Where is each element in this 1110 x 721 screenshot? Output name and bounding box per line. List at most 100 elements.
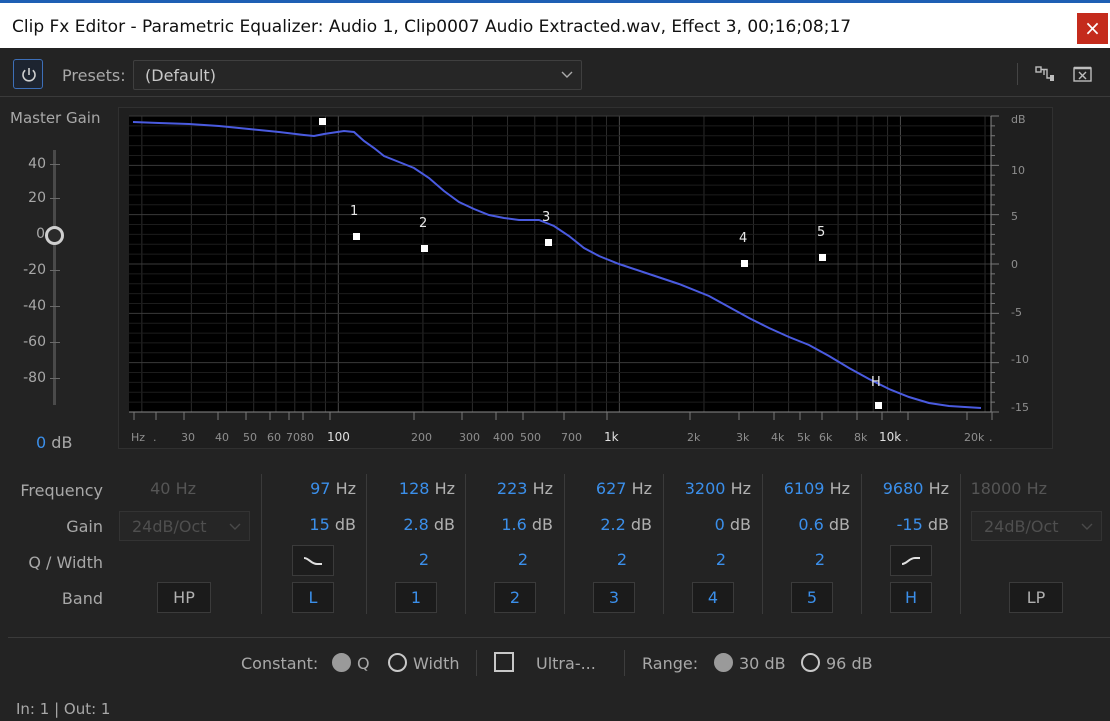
- section-divider: [8, 637, 1110, 638]
- b5-frequency-value: 6109: [783, 479, 825, 498]
- band-button-hp[interactable]: HP: [157, 582, 211, 613]
- band-button-4[interactable]: 4: [692, 582, 734, 613]
- master-gain-tick: 20: [28, 190, 46, 206]
- column-divider: [762, 474, 763, 614]
- range-96db-label[interactable]: 96 dB: [826, 654, 873, 673]
- column-divider: [261, 474, 262, 614]
- band-button-2[interactable]: 2: [494, 582, 536, 613]
- b3-gain-unit: dB: [630, 515, 652, 534]
- b3-gain-value: 2.2: [600, 515, 626, 534]
- x-tick-label: 50: [243, 431, 257, 444]
- presets-value: (Default): [145, 66, 216, 85]
- close-button[interactable]: ×: [1077, 13, 1108, 44]
- constant-width-label[interactable]: Width: [413, 654, 459, 673]
- presets-dropdown[interactable]: (Default): [133, 60, 582, 90]
- band-handle-2[interactable]: [421, 245, 428, 252]
- lp-slope-dropdown[interactable]: 24dB/Oct: [971, 511, 1102, 541]
- master-gain-value[interactable]: 0 dB: [36, 433, 72, 452]
- ultra-label[interactable]: Ultra-...: [536, 654, 596, 673]
- column-divider: [663, 474, 664, 614]
- l-frequency[interactable]: 97 Hz: [290, 479, 356, 498]
- range-96db-radio[interactable]: [801, 653, 820, 672]
- h-gain-value: -15: [896, 515, 923, 534]
- routing-button[interactable]: [1034, 64, 1056, 84]
- chevron-down-icon: [561, 71, 573, 78]
- b1-q[interactable]: 2: [409, 550, 439, 569]
- x-tick-label: 700: [561, 431, 582, 444]
- h-gain[interactable]: -15 dB: [873, 515, 949, 534]
- master-gain-knob[interactable]: [45, 226, 64, 245]
- gain-row-label: Gain: [66, 517, 103, 536]
- band-button-h[interactable]: H: [890, 582, 932, 613]
- band-handle-4[interactable]: [741, 260, 748, 267]
- band-button-lp[interactable]: LP: [1009, 582, 1063, 613]
- b5-q[interactable]: 2: [805, 550, 835, 569]
- constant-q-radio[interactable]: [332, 653, 351, 672]
- x-tick-label: 70: [286, 431, 300, 444]
- master-gain-tick: 0: [36, 226, 45, 242]
- b5-gain-unit: dB: [828, 515, 850, 534]
- b4-q[interactable]: 2: [706, 550, 736, 569]
- b2-frequency-unit: Hz: [532, 479, 553, 498]
- hp-slope-value: 24dB/Oct: [132, 517, 207, 536]
- h-frequency[interactable]: 9680 Hz: [873, 479, 949, 498]
- band-handle-h[interactable]: [875, 402, 882, 409]
- hp-slope-dropdown[interactable]: 24dB/Oct: [119, 511, 250, 541]
- b1-gain-value: 2.8: [403, 515, 429, 534]
- b4-frequency[interactable]: 3200 Hz: [675, 479, 751, 498]
- x-tick-label: 2k: [687, 431, 701, 444]
- y-tick-label: -15: [1011, 401, 1029, 414]
- x-tick-label: 80: [300, 431, 314, 444]
- lp-frequency-unit: Hz: [1026, 479, 1047, 498]
- b3-frequency[interactable]: 627 Hz: [576, 479, 652, 498]
- hp-frequency[interactable]: 40 Hz: [120, 479, 196, 498]
- remove-effect-button[interactable]: [1072, 64, 1094, 84]
- master-gain-tick: 40: [28, 156, 46, 172]
- x-tick-label: 500: [520, 431, 541, 444]
- constant-q-label[interactable]: Q: [357, 654, 370, 673]
- band-handle-l[interactable]: [319, 118, 326, 125]
- band-handle-5[interactable]: [819, 254, 826, 261]
- b2-q[interactable]: 2: [508, 550, 538, 569]
- low-shelf-button[interactable]: [292, 545, 334, 576]
- x-tick-label: 30: [181, 431, 195, 444]
- ultra-checkbox[interactable]: [494, 652, 514, 672]
- b4-gain[interactable]: 0 dB: [675, 515, 751, 534]
- x-tick-label: 40: [215, 431, 229, 444]
- x-tick-label: 1k: [604, 430, 619, 444]
- master-gain-track[interactable]: [53, 150, 56, 405]
- band-handle-3[interactable]: [545, 239, 552, 246]
- b5-frequency[interactable]: 6109 Hz: [774, 479, 850, 498]
- b3-q[interactable]: 2: [607, 550, 637, 569]
- b2-gain[interactable]: 1.6 dB: [477, 515, 553, 534]
- band-button-1[interactable]: 1: [395, 582, 437, 613]
- range-30db-label[interactable]: 30 dB: [739, 654, 786, 673]
- high-shelf-button[interactable]: [890, 545, 932, 576]
- b3-gain[interactable]: 2.2 dB: [576, 515, 652, 534]
- column-divider: [366, 474, 367, 614]
- b5-gain-value: 0.6: [798, 515, 824, 534]
- low-shelf-icon: [303, 557, 322, 565]
- constant-width-radio[interactable]: [388, 653, 407, 672]
- master-gain-tickline: [50, 270, 60, 271]
- band-button-l[interactable]: L: [292, 582, 334, 613]
- range-30db-radio[interactable]: [714, 653, 733, 672]
- eq-graph-panel[interactable]: Hz. 30 40 50 60 70 80 100 200 300 400 500 700 1k 2k 3k 4…: [118, 107, 1053, 449]
- l-frequency-value: 97: [310, 479, 331, 498]
- band-button-3[interactable]: 3: [593, 582, 635, 613]
- b2-frequency[interactable]: 223 Hz: [477, 479, 553, 498]
- power-button[interactable]: [13, 59, 43, 89]
- master-gain-tickline: [50, 378, 60, 379]
- b1-gain[interactable]: 2.8 dB: [380, 515, 455, 534]
- band-button-5[interactable]: 5: [791, 582, 833, 613]
- chevron-down-icon: [1081, 523, 1093, 530]
- b1-frequency[interactable]: 128 Hz: [380, 479, 455, 498]
- b2-frequency-value: 223: [496, 479, 528, 498]
- l-gain[interactable]: 15 dB: [290, 515, 356, 534]
- eq-graph[interactable]: Hz. 30 40 50 60 70 80 100 200 300 400 500 700 1k 2k 3k 4…: [119, 108, 1054, 450]
- band-handle-1[interactable]: [353, 233, 360, 240]
- b5-gain[interactable]: 0.6 dB: [774, 515, 850, 534]
- master-gain-tick: -60: [23, 334, 46, 350]
- lp-frequency[interactable]: 18000 Hz: [970, 479, 1047, 498]
- high-shelf-icon: [901, 557, 920, 565]
